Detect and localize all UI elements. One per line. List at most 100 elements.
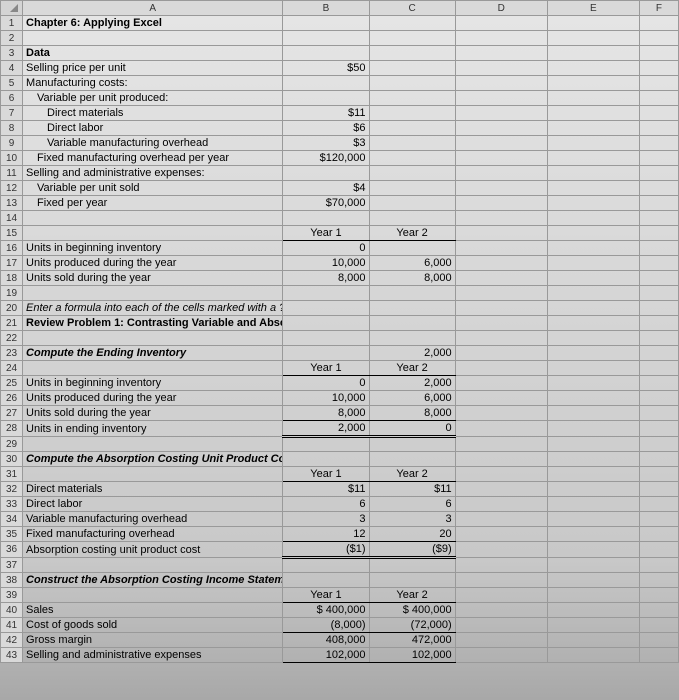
cell-F16[interactable] [639, 241, 678, 256]
cell-F13[interactable] [639, 196, 678, 211]
cell-A22[interactable] [23, 331, 283, 346]
cell-E15[interactable] [547, 226, 639, 241]
cell-A21[interactable]: Review Problem 1: Contrasting Variable a… [23, 316, 283, 331]
cell-C12[interactable] [369, 181, 455, 196]
cell-A41[interactable]: Cost of goods sold [23, 618, 283, 633]
column-header-D[interactable]: D [455, 1, 547, 16]
cell-B19[interactable] [283, 286, 369, 301]
cell-C7[interactable] [369, 106, 455, 121]
cell-A18[interactable]: Units sold during the year [23, 271, 283, 286]
cell-A7[interactable]: Direct materials [23, 106, 283, 121]
row-header-18[interactable]: 18 [1, 271, 23, 286]
row-header-36[interactable]: 36 [1, 542, 23, 558]
cell-F38[interactable] [639, 573, 678, 588]
cell-D33[interactable] [455, 497, 547, 512]
cell-B26[interactable]: 10,000 [283, 391, 369, 406]
cell-B36[interactable]: ($1) [283, 542, 369, 558]
row-header-38[interactable]: 38 [1, 573, 23, 588]
cell-C16[interactable] [369, 241, 455, 256]
cell-A25[interactable]: Units in beginning inventory [23, 376, 283, 391]
cell-E21[interactable] [547, 316, 639, 331]
cell-D22[interactable] [455, 331, 547, 346]
cell-F12[interactable] [639, 181, 678, 196]
select-all-corner[interactable] [1, 1, 23, 16]
cell-C3[interactable] [369, 46, 455, 61]
cell-B42[interactable]: 408,000 [283, 633, 369, 648]
cell-B35[interactable]: 12 [283, 527, 369, 542]
cell-F32[interactable] [639, 482, 678, 497]
cell-D8[interactable] [455, 121, 547, 136]
cell-B37[interactable] [283, 558, 369, 573]
cell-B13[interactable]: $70,000 [283, 196, 369, 211]
cell-E34[interactable] [547, 512, 639, 527]
cell-B6[interactable] [283, 91, 369, 106]
cell-F43[interactable] [639, 648, 678, 663]
cell-F30[interactable] [639, 452, 678, 467]
cell-C4[interactable] [369, 61, 455, 76]
cell-A27[interactable]: Units sold during the year [23, 406, 283, 421]
cell-F3[interactable] [639, 46, 678, 61]
cell-E11[interactable] [547, 166, 639, 181]
cell-D14[interactable] [455, 211, 547, 226]
cell-F40[interactable] [639, 603, 678, 618]
cell-F20[interactable] [639, 301, 678, 316]
cell-B5[interactable] [283, 76, 369, 91]
cell-B20[interactable] [283, 301, 369, 316]
cell-C11[interactable] [369, 166, 455, 181]
cell-A14[interactable] [23, 211, 283, 226]
cell-D30[interactable] [455, 452, 547, 467]
cell-E3[interactable] [547, 46, 639, 61]
cell-A20[interactable]: Enter a formula into each of the cells m… [23, 301, 283, 316]
cell-D34[interactable] [455, 512, 547, 527]
row-header-33[interactable]: 33 [1, 497, 23, 512]
cell-A24[interactable] [23, 361, 283, 376]
row-header-31[interactable]: 31 [1, 467, 23, 482]
cell-D18[interactable] [455, 271, 547, 286]
cell-F33[interactable] [639, 497, 678, 512]
cell-F21[interactable] [639, 316, 678, 331]
row-header-32[interactable]: 32 [1, 482, 23, 497]
cell-F23[interactable] [639, 346, 678, 361]
cell-C14[interactable] [369, 211, 455, 226]
cell-E19[interactable] [547, 286, 639, 301]
cell-B11[interactable] [283, 166, 369, 181]
cell-F31[interactable] [639, 467, 678, 482]
cell-D3[interactable] [455, 46, 547, 61]
row-header-20[interactable]: 20 [1, 301, 23, 316]
cell-D41[interactable] [455, 618, 547, 633]
cell-B24[interactable]: Year 1 [283, 361, 369, 376]
cell-B38[interactable] [283, 573, 369, 588]
row-header-35[interactable]: 35 [1, 527, 23, 542]
cell-A28[interactable]: Units in ending inventory [23, 421, 283, 437]
cell-B21[interactable] [283, 316, 369, 331]
cell-B25[interactable]: 0 [283, 376, 369, 391]
cell-B33[interactable]: 6 [283, 497, 369, 512]
cell-B14[interactable] [283, 211, 369, 226]
cell-B28[interactable]: 2,000 [283, 421, 369, 437]
cell-B7[interactable]: $11 [283, 106, 369, 121]
cell-B43[interactable]: 102,000 [283, 648, 369, 663]
cell-E28[interactable] [547, 421, 639, 437]
cell-A30[interactable]: Compute the Absorption Costing Unit Prod… [23, 452, 283, 467]
row-header-8[interactable]: 8 [1, 121, 23, 136]
cell-F27[interactable] [639, 406, 678, 421]
cell-F36[interactable] [639, 542, 678, 558]
cell-D5[interactable] [455, 76, 547, 91]
cell-C19[interactable] [369, 286, 455, 301]
cell-B40[interactable]: $ 400,000 [283, 603, 369, 618]
cell-C39[interactable]: Year 2 [369, 588, 455, 603]
row-header-11[interactable]: 11 [1, 166, 23, 181]
cell-E10[interactable] [547, 151, 639, 166]
row-header-10[interactable]: 10 [1, 151, 23, 166]
row-header-26[interactable]: 26 [1, 391, 23, 406]
cell-E6[interactable] [547, 91, 639, 106]
row-header-4[interactable]: 4 [1, 61, 23, 76]
cell-E4[interactable] [547, 61, 639, 76]
row-header-7[interactable]: 7 [1, 106, 23, 121]
cell-E39[interactable] [547, 588, 639, 603]
cell-F6[interactable] [639, 91, 678, 106]
column-header-E[interactable]: E [547, 1, 639, 16]
cell-D4[interactable] [455, 61, 547, 76]
cell-B41[interactable]: (8,000) [283, 618, 369, 633]
cell-B4[interactable]: $50 [283, 61, 369, 76]
